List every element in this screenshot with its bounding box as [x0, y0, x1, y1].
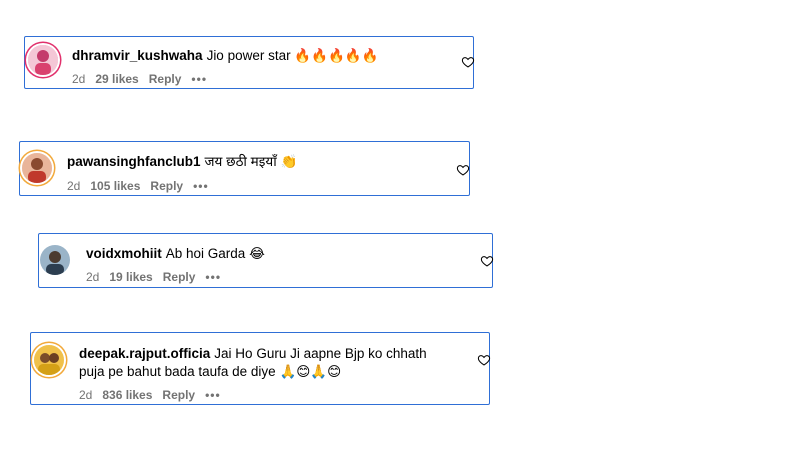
comment-text: dhramvir_kushwaha Jio power star 🔥🔥🔥🔥🔥 [72, 47, 378, 65]
reply-button[interactable]: Reply [149, 72, 182, 86]
prayer-smile-emoji: 🙏😊🙏😊 [279, 364, 342, 380]
heart-icon[interactable] [480, 254, 494, 268]
likes-count[interactable]: 105 likes [90, 179, 140, 193]
reply-button[interactable]: Reply [162, 388, 195, 402]
comment-item: deepak.rajput.officia Jai Ho Guru Ji aapn… [30, 332, 491, 405]
comment-meta: 2d 836 likes Reply ••• [79, 388, 231, 402]
avatar[interactable] [34, 345, 64, 375]
more-options-icon[interactable]: ••• [191, 72, 207, 86]
more-options-icon[interactable]: ••• [205, 270, 221, 284]
timestamp: 2d [86, 270, 100, 284]
reply-button[interactable]: Reply [150, 179, 183, 193]
likes-count[interactable]: 19 likes [109, 270, 152, 284]
comment-body: जय छठी मइयाँ [204, 154, 277, 169]
comment-text: pawansinghfanclub1 जय छठी मइयाँ 👏 [67, 153, 297, 171]
heart-icon[interactable] [477, 353, 491, 367]
comment-item: pawansinghfanclub1 जय छठी मइयाँ 👏 2d 105 l… [19, 141, 470, 196]
comment-meta: 2d 19 likes Reply ••• [86, 270, 231, 284]
comment-body: Jio power star [206, 48, 291, 63]
comment-item: voidxmohiit Ab hoi Garda 😂 2d 19 likes Repl… [38, 233, 494, 288]
heart-icon[interactable] [456, 163, 470, 177]
comment-body: Jai Ho Guru Ji aapne Bjp ko chhath [214, 346, 427, 361]
username[interactable]: pawansinghfanclub1 [67, 154, 201, 169]
comment-text: voidxmohiit Ab hoi Garda 😂 [86, 245, 265, 263]
laughing-emoji: 😂 [249, 246, 265, 262]
username[interactable]: dhramvir_kushwaha [72, 48, 203, 63]
timestamp: 2d [79, 388, 93, 402]
timestamp: 2d [72, 72, 86, 86]
more-options-icon[interactable]: ••• [205, 388, 221, 402]
likes-count[interactable]: 836 likes [102, 388, 152, 402]
reply-button[interactable]: Reply [163, 270, 196, 284]
heart-icon[interactable] [461, 55, 475, 69]
likes-count[interactable]: 29 likes [95, 72, 138, 86]
comment-item: dhramvir_kushwaha Jio power star 🔥🔥🔥🔥🔥 2d… [24, 36, 475, 89]
comment-body: Ab hoi Garda [165, 246, 246, 261]
timestamp: 2d [67, 179, 81, 193]
comment-text: deepak.rajput.officia Jai Ho Guru Ji aapn… [79, 345, 427, 363]
more-options-icon[interactable]: ••• [193, 179, 209, 193]
fire-emoji: 🔥🔥🔥🔥🔥 [294, 48, 379, 64]
avatar[interactable] [22, 153, 52, 183]
comment-meta: 2d 29 likes Reply ••• [72, 72, 217, 86]
comment-body-line2: puja pe bahut bada taufa de diye [79, 364, 276, 379]
username[interactable]: deepak.rajput.officia [79, 346, 210, 361]
username[interactable]: voidxmohiit [86, 246, 162, 261]
comment-text-continued: puja pe bahut bada taufa de diye 🙏😊🙏😊 [79, 363, 341, 381]
avatar[interactable] [28, 45, 58, 75]
clapping-emoji: 👏 [280, 154, 298, 170]
comment-meta: 2d 105 likes Reply ••• [67, 179, 219, 193]
avatar[interactable] [40, 245, 70, 275]
